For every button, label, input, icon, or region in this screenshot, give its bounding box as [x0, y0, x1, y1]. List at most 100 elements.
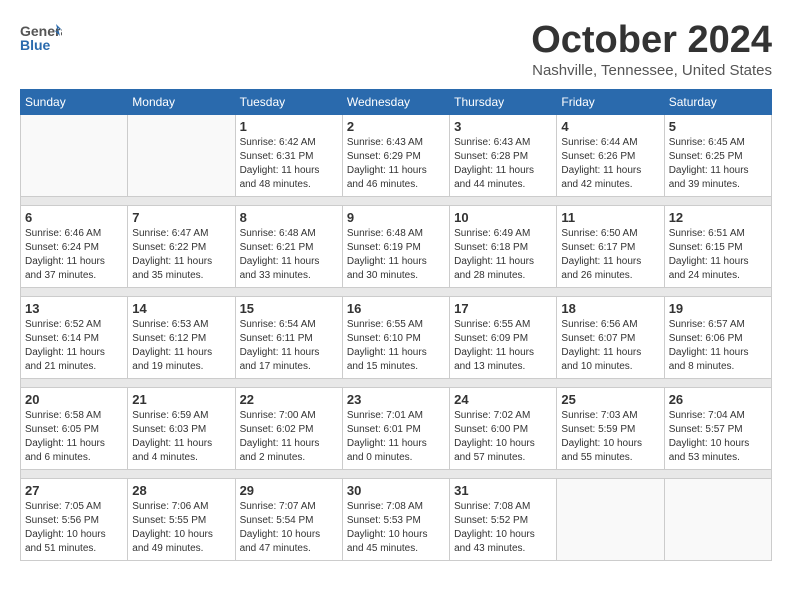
- day-info: Sunrise: 7:08 AM Sunset: 5:52 PM Dayligh…: [454, 500, 552, 556]
- day-info: Sunrise: 6:53 AM Sunset: 6:12 PM Dayligh…: [132, 318, 230, 374]
- day-info: Sunrise: 6:51 AM Sunset: 6:15 PM Dayligh…: [669, 227, 767, 283]
- day-number: 26: [669, 392, 767, 407]
- day-number: 2: [347, 119, 445, 134]
- header-saturday: Saturday: [664, 89, 771, 114]
- day-number: 9: [347, 210, 445, 225]
- day-number: 27: [25, 483, 123, 498]
- calendar-cell: 25Sunrise: 7:03 AM Sunset: 5:59 PM Dayli…: [557, 387, 664, 469]
- day-number: 29: [240, 483, 338, 498]
- calendar-week-1: 1Sunrise: 6:42 AM Sunset: 6:31 PM Daylig…: [21, 114, 772, 196]
- calendar-cell: 4 Sunrise: 6:44 AM Sunset: 6:26 PM Daylig…: [557, 114, 664, 196]
- svg-text:Blue: Blue: [20, 37, 51, 53]
- day-number: 18: [561, 301, 659, 316]
- day-number: 11: [561, 210, 659, 225]
- row-separator: [21, 196, 772, 205]
- day-number: 25: [561, 392, 659, 407]
- day-info: Sunrise: 6:45 AM Sunset: 6:25 PM Dayligh…: [669, 136, 767, 192]
- day-number: 5: [669, 119, 767, 134]
- row-separator: [21, 287, 772, 296]
- calendar-cell: 16 Sunrise: 6:55 AM Sunset: 6:10 PM Dayli…: [342, 296, 449, 378]
- calendar-week-5: 27 Sunrise: 7:05 AM Sunset: 5:56 PM Dayli…: [21, 478, 772, 560]
- calendar-cell: 24Sunrise: 7:02 AM Sunset: 6:00 PM Dayli…: [450, 387, 557, 469]
- day-number: 23: [347, 392, 445, 407]
- day-info: Sunrise: 7:08 AM Sunset: 5:53 PM Dayligh…: [347, 500, 445, 556]
- day-info: Sunrise: 6:57 AM Sunset: 6:06 PM Dayligh…: [669, 318, 767, 374]
- day-number: 20: [25, 392, 123, 407]
- calendar-cell: 30 Sunrise: 7:08 AM Sunset: 5:53 PM Dayli…: [342, 478, 449, 560]
- header-thursday: Thursday: [450, 89, 557, 114]
- calendar-cell: 21Sunrise: 6:59 AM Sunset: 6:03 PM Dayli…: [128, 387, 235, 469]
- calendar-cell: 8 Sunrise: 6:48 AM Sunset: 6:21 PM Daylig…: [235, 205, 342, 287]
- calendar-cell: 9 Sunrise: 6:48 AM Sunset: 6:19 PM Daylig…: [342, 205, 449, 287]
- day-number: 17: [454, 301, 552, 316]
- separator-cell: [21, 287, 772, 296]
- separator-cell: [21, 378, 772, 387]
- header-sunday: Sunday: [21, 89, 128, 114]
- calendar-cell: 18 Sunrise: 6:56 AM Sunset: 6:07 PM Dayli…: [557, 296, 664, 378]
- header-monday: Monday: [128, 89, 235, 114]
- calendar-cell: 29Sunrise: 7:07 AM Sunset: 5:54 PM Dayli…: [235, 478, 342, 560]
- day-info: Sunrise: 6:56 AM Sunset: 6:07 PM Dayligh…: [561, 318, 659, 374]
- calendar-cell: 7 Sunrise: 6:47 AM Sunset: 6:22 PM Daylig…: [128, 205, 235, 287]
- day-number: 21: [132, 392, 230, 407]
- day-info: Sunrise: 6:49 AM Sunset: 6:18 PM Dayligh…: [454, 227, 552, 283]
- day-info: Sunrise: 6:42 AM Sunset: 6:31 PM Dayligh…: [240, 136, 338, 192]
- calendar-cell: 12Sunrise: 6:51 AM Sunset: 6:15 PM Dayli…: [664, 205, 771, 287]
- header-friday: Friday: [557, 89, 664, 114]
- day-number: 10: [454, 210, 552, 225]
- calendar-header-row: Sunday Monday Tuesday Wednesday Thursday…: [21, 89, 772, 114]
- day-info: Sunrise: 6:48 AM Sunset: 6:21 PM Dayligh…: [240, 227, 338, 283]
- calendar-cell: 6Sunrise: 6:46 AM Sunset: 6:24 PM Daylig…: [21, 205, 128, 287]
- day-number: 8: [240, 210, 338, 225]
- day-info: Sunrise: 6:43 AM Sunset: 6:28 PM Dayligh…: [454, 136, 552, 192]
- day-info: Sunrise: 7:00 AM Sunset: 6:02 PM Dayligh…: [240, 409, 338, 465]
- row-separator: [21, 378, 772, 387]
- day-number: 22: [240, 392, 338, 407]
- calendar-cell: 1Sunrise: 6:42 AM Sunset: 6:31 PM Daylig…: [235, 114, 342, 196]
- location: Nashville, Tennessee, United States: [531, 62, 772, 79]
- header-tuesday: Tuesday: [235, 89, 342, 114]
- calendar-cell: 31 Sunrise: 7:08 AM Sunset: 5:52 PM Dayli…: [450, 478, 557, 560]
- separator-cell: [21, 196, 772, 205]
- calendar-week-4: 20Sunrise: 6:58 AM Sunset: 6:05 PM Dayli…: [21, 387, 772, 469]
- day-info: Sunrise: 6:44 AM Sunset: 6:26 PM Dayligh…: [561, 136, 659, 192]
- day-info: Sunrise: 7:02 AM Sunset: 6:00 PM Dayligh…: [454, 409, 552, 465]
- day-number: 15: [240, 301, 338, 316]
- day-info: Sunrise: 7:05 AM Sunset: 5:56 PM Dayligh…: [25, 500, 123, 556]
- calendar-cell: 23Sunrise: 7:01 AM Sunset: 6:01 PM Dayli…: [342, 387, 449, 469]
- calendar-cell: 2 Sunrise: 6:43 AM Sunset: 6:29 PM Daylig…: [342, 114, 449, 196]
- day-number: 14: [132, 301, 230, 316]
- day-info: Sunrise: 6:43 AM Sunset: 6:29 PM Dayligh…: [347, 136, 445, 192]
- page-header: General Blue October 2024 Nashville, Ten…: [20, 20, 772, 79]
- calendar-cell: 27 Sunrise: 7:05 AM Sunset: 5:56 PM Dayli…: [21, 478, 128, 560]
- day-number: 4: [561, 119, 659, 134]
- calendar-week-3: 13Sunrise: 6:52 AM Sunset: 6:14 PM Dayli…: [21, 296, 772, 378]
- calendar-cell: [128, 114, 235, 196]
- day-number: 7: [132, 210, 230, 225]
- calendar-cell: 5 Sunrise: 6:45 AM Sunset: 6:25 PM Daylig…: [664, 114, 771, 196]
- day-number: 31: [454, 483, 552, 498]
- day-info: Sunrise: 6:48 AM Sunset: 6:19 PM Dayligh…: [347, 227, 445, 283]
- calendar-cell: 13Sunrise: 6:52 AM Sunset: 6:14 PM Dayli…: [21, 296, 128, 378]
- calendar-cell: 15 Sunrise: 6:54 AM Sunset: 6:11 PM Dayli…: [235, 296, 342, 378]
- logo-icon: General Blue: [20, 20, 62, 56]
- row-separator: [21, 469, 772, 478]
- logo: General Blue: [20, 20, 62, 56]
- header-wednesday: Wednesday: [342, 89, 449, 114]
- day-info: Sunrise: 7:04 AM Sunset: 5:57 PM Dayligh…: [669, 409, 767, 465]
- month-title: October 2024: [531, 20, 772, 62]
- day-number: 13: [25, 301, 123, 316]
- title-section: October 2024 Nashville, Tennessee, Unite…: [531, 20, 772, 79]
- day-number: 16: [347, 301, 445, 316]
- day-info: Sunrise: 6:47 AM Sunset: 6:22 PM Dayligh…: [132, 227, 230, 283]
- calendar-cell: 28Sunrise: 7:06 AM Sunset: 5:55 PM Dayli…: [128, 478, 235, 560]
- day-info: Sunrise: 6:54 AM Sunset: 6:11 PM Dayligh…: [240, 318, 338, 374]
- day-info: Sunrise: 6:46 AM Sunset: 6:24 PM Dayligh…: [25, 227, 123, 283]
- calendar-cell: 3Sunrise: 6:43 AM Sunset: 6:28 PM Daylig…: [450, 114, 557, 196]
- day-number: 30: [347, 483, 445, 498]
- day-info: Sunrise: 6:55 AM Sunset: 6:10 PM Dayligh…: [347, 318, 445, 374]
- separator-cell: [21, 469, 772, 478]
- calendar-cell: 19 Sunrise: 6:57 AM Sunset: 6:06 PM Dayli…: [664, 296, 771, 378]
- day-number: 19: [669, 301, 767, 316]
- day-number: 28: [132, 483, 230, 498]
